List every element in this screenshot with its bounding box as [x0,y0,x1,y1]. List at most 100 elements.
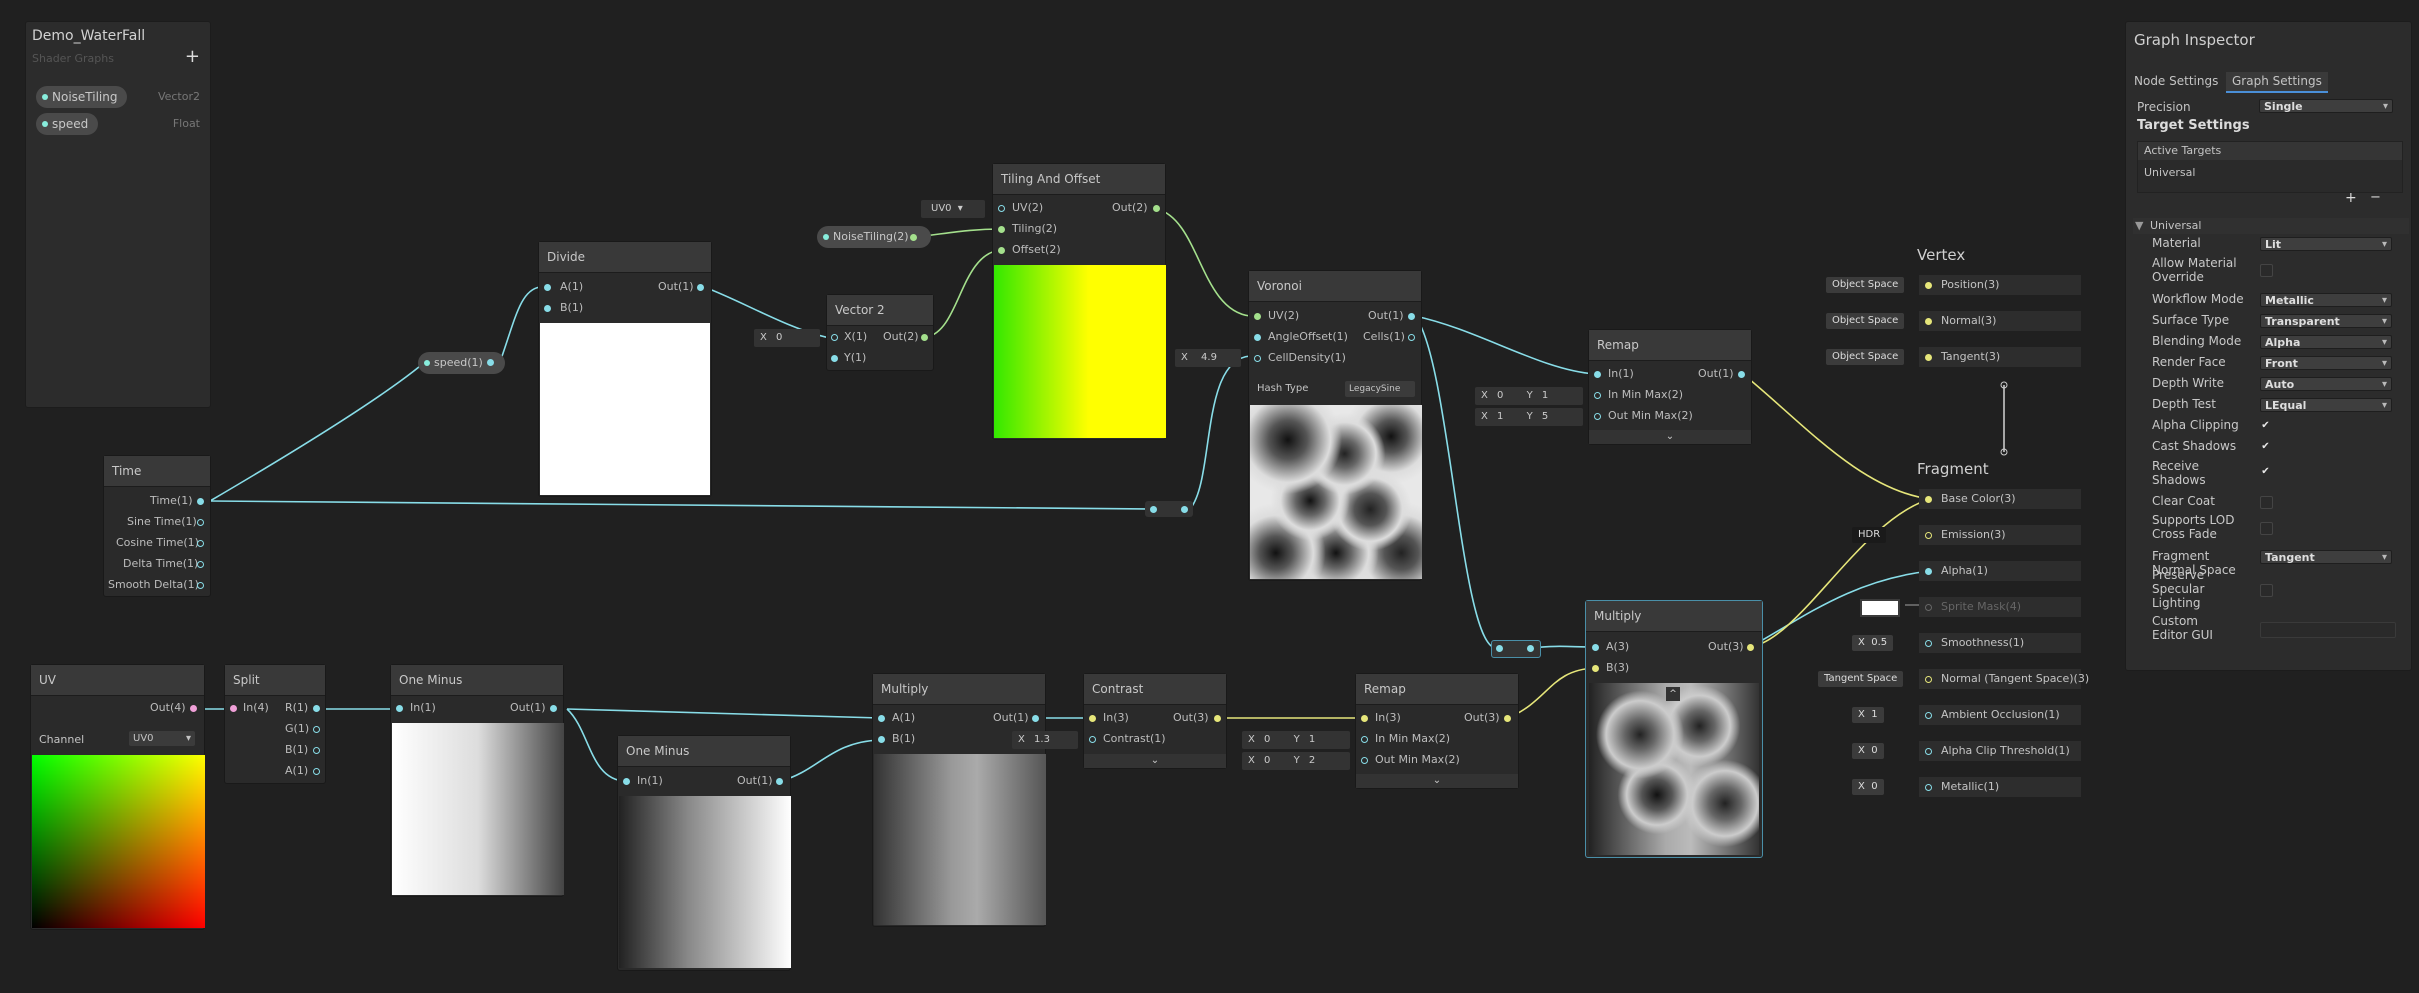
port-dot[interactable] [1747,644,1754,651]
port-dot[interactable] [1925,318,1932,325]
property-noisetiling[interactable]: NoiseTiling [36,86,128,108]
lod-crossfade-checkbox[interactable] [2260,522,2273,535]
port-dot[interactable] [878,715,885,722]
port-dot[interactable] [1496,645,1503,652]
port-dot[interactable] [190,705,197,712]
custom-editor-field[interactable] [2260,622,2396,638]
remove-target-button[interactable]: − [2370,190,2381,205]
hdr-color-field[interactable]: HDR [1852,527,1887,543]
add-target-button[interactable]: + [2345,190,2357,206]
port-dot[interactable] [697,284,704,291]
port-dot[interactable] [396,705,403,712]
space-field[interactable]: Object Space [1826,313,1905,329]
sprite-color-swatch[interactable] [1860,599,1900,617]
port-dot[interactable] [487,359,494,366]
tab-node-settings[interactable]: Node Settings [2134,74,2218,88]
alpha-clipping-checkbox[interactable]: ✔ [2260,420,2271,431]
cell-density-field[interactable]: X 4.9 [1175,349,1241,367]
port-dot[interactable] [1089,736,1096,743]
port-dot[interactable] [1408,313,1415,320]
port-dot[interactable] [1153,205,1160,212]
port-dot[interactable] [1214,715,1221,722]
port-dot[interactable] [550,705,557,712]
alpha-clip-field[interactable]: X 0 [1852,743,1884,759]
port-dot[interactable] [313,747,320,754]
port-dot[interactable] [544,284,551,291]
node-split[interactable]: Split [224,664,326,784]
port-dot[interactable] [1089,715,1096,722]
port-dot[interactable] [1361,715,1368,722]
port-dot[interactable] [1594,392,1601,399]
remap-inminmax-field[interactable]: X 0 Y 1 [1242,731,1350,749]
workflow-dropdown[interactable]: Metallic [2260,293,2392,308]
port-dot[interactable] [1925,640,1932,647]
port-dot[interactable] [544,305,551,312]
port-dot[interactable] [776,778,783,785]
contrast-field[interactable]: X 1.3 [1012,731,1078,749]
blackboard-add-button[interactable]: + [185,46,200,67]
port-dot[interactable] [998,205,1005,212]
port-dot[interactable] [831,355,838,362]
surface-dropdown[interactable]: Transparent [2260,314,2392,329]
space-field[interactable]: Object Space [1826,277,1905,293]
port-dot[interactable] [1594,371,1601,378]
port-dot[interactable] [1032,715,1039,722]
port-dot[interactable] [1925,532,1932,539]
port-dot[interactable] [197,540,204,547]
chevron-down-icon[interactable]: ⌄ [1356,774,1518,788]
allow-override-checkbox[interactable] [2260,264,2273,277]
port-dot[interactable] [1592,665,1599,672]
preserve-specular-checkbox[interactable] [2260,584,2273,597]
port-dot[interactable] [1925,354,1932,361]
cast-shadows-checkbox[interactable]: ✔ [2260,441,2271,452]
port-dot[interactable] [197,582,204,589]
port-dot[interactable] [1150,506,1157,513]
chevron-down-icon[interactable]: ⌄ [1084,754,1226,768]
remap-outminmax-field[interactable]: X 1 Y 5 [1475,408,1583,426]
port-dot[interactable] [1254,313,1261,320]
port-dot[interactable] [998,226,1005,233]
remap-outminmax-field[interactable]: X 0 Y 2 [1242,752,1350,770]
vector2-x-field[interactable]: X 0 [754,329,820,347]
space-field[interactable]: Object Space [1826,349,1905,365]
depth-write-dropdown[interactable]: Auto [2260,377,2392,392]
material-dropdown[interactable]: Lit [2260,237,2392,252]
port-dot[interactable] [197,498,204,505]
smoothness-field[interactable]: X 0.5 [1852,635,1894,651]
port-dot[interactable] [998,247,1005,254]
port-dot[interactable] [1925,568,1932,575]
port-dot[interactable] [313,768,320,775]
port-dot[interactable] [623,778,630,785]
metallic-field[interactable]: X 0 [1852,779,1884,795]
port-dot[interactable] [878,736,885,743]
port-dot[interactable] [1925,748,1932,755]
port-dot[interactable] [1361,757,1368,764]
target-item-universal[interactable]: Universal [2144,166,2195,179]
port-dot[interactable] [1594,413,1601,420]
chevron-down-icon[interactable]: ⌄ [1589,430,1751,444]
collapse-preview-icon[interactable]: ^ [1666,687,1680,701]
port-dot[interactable] [1361,736,1368,743]
property-speed[interactable]: speed [36,113,99,135]
port-dot[interactable] [1925,676,1932,683]
render-face-dropdown[interactable]: Front [2260,356,2392,371]
port-dot[interactable] [1408,334,1415,341]
blending-dropdown[interactable]: Alpha [2260,335,2392,350]
port-dot[interactable] [1181,506,1188,513]
remap-inminmax-field[interactable]: X 0 Y 1 [1475,387,1583,405]
hash-type-select[interactable]: LegacySine [1345,381,1415,397]
receive-shadows-checkbox[interactable]: ✔ [2260,466,2271,477]
port-dot[interactable] [1925,604,1932,611]
port-dot[interactable] [1925,496,1932,503]
fragment-normal-dropdown[interactable]: Tangent [2260,550,2392,565]
depth-test-dropdown[interactable]: LEqual [2260,398,2392,413]
port-dot[interactable] [1925,282,1932,289]
port-dot[interactable] [1738,371,1745,378]
port-dot[interactable] [230,705,237,712]
port-dot[interactable] [1527,645,1534,652]
universal-section-header[interactable]: ▼ Universal [2133,218,2409,234]
port-dot[interactable] [1254,334,1261,341]
port-dot[interactable] [197,519,204,526]
port-dot[interactable] [313,726,320,733]
port-dot[interactable] [197,561,204,568]
